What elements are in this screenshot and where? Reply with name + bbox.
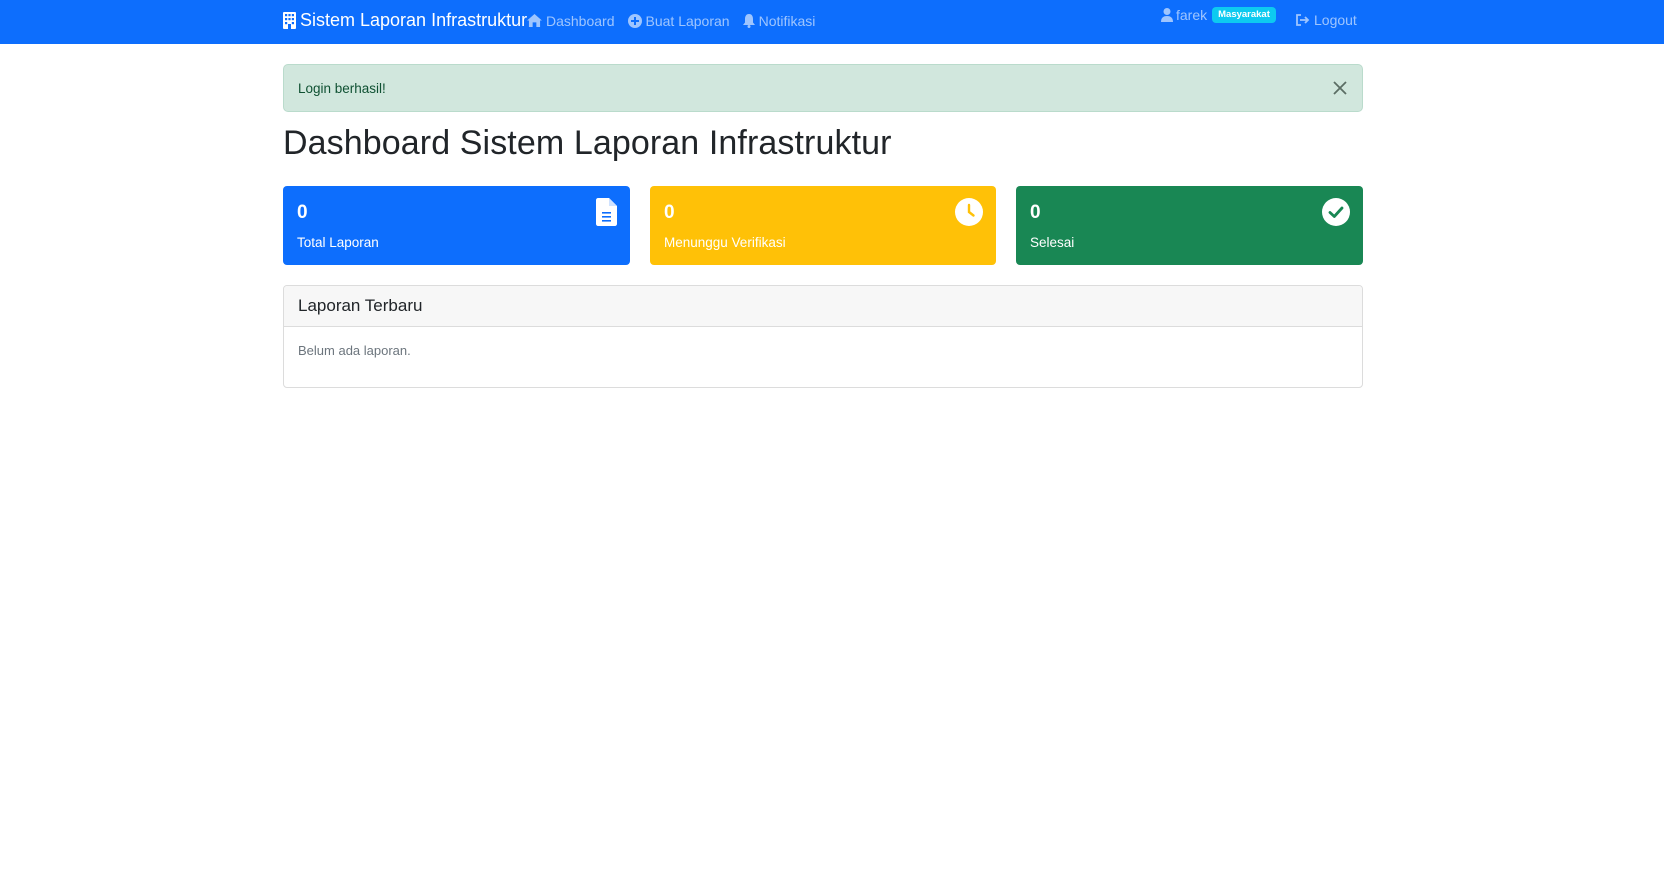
nav-buat-laporan-label: Buat Laporan [645, 12, 730, 29]
logout-icon [1296, 14, 1310, 26]
logout-link[interactable]: Logout [1296, 12, 1357, 28]
stat-value: 0 [297, 202, 308, 223]
logout-label: Logout [1314, 12, 1357, 28]
user-icon [1161, 8, 1173, 22]
house-icon [527, 14, 542, 27]
role-badge: Masyarakat [1212, 7, 1276, 23]
user-name: farek [1176, 7, 1208, 23]
stat-label: Selesai [1030, 235, 1075, 250]
nav-links: Dashboard Buat Laporan Notifikasi [527, 0, 828, 41]
user-menu[interactable]: farek Masyarakat [1161, 7, 1276, 23]
top-navbar: Sistem Laporan Infrastruktur Dashboard B… [0, 0, 1664, 44]
nav-dashboard-link[interactable]: Dashboard [527, 13, 615, 29]
stat-label: Total Laporan [297, 235, 379, 250]
plus-circle-icon [627, 13, 642, 28]
stat-value: 0 [1030, 202, 1041, 223]
bell-icon [742, 13, 755, 28]
recent-reports-header: Laporan Terbaru [284, 286, 1362, 327]
clock-icon [955, 198, 983, 226]
nav-buat-laporan-link[interactable]: Buat Laporan [627, 12, 730, 29]
recent-reports-title: Laporan Terbaru [298, 296, 423, 315]
check-circle-icon [1322, 198, 1350, 226]
stat-card-done: 0 Selesai [1016, 186, 1363, 265]
file-text-icon [596, 198, 617, 226]
recent-reports-body: Belum ada laporan. [284, 327, 1362, 374]
nav-dashboard-label: Dashboard [546, 12, 615, 29]
nav-notifikasi-label: Notifikasi [758, 12, 816, 29]
empty-message: Belum ada laporan. [298, 343, 411, 358]
stat-value: 0 [664, 202, 675, 223]
close-icon[interactable] [1332, 80, 1348, 96]
stat-label: Menunggu Verifikasi [664, 235, 786, 250]
page-title: Dashboard Sistem Laporan Infrastruktur [283, 124, 892, 162]
alert-message: Login berhasil! [298, 80, 386, 96]
nav-notifikasi-link[interactable]: Notifikasi [742, 12, 816, 29]
brand-title: Sistem Laporan Infrastruktur [300, 10, 528, 30]
success-alert: Login berhasil! [283, 64, 1363, 112]
recent-reports-card: Laporan Terbaru Belum ada laporan. [283, 285, 1363, 388]
building-icon [283, 12, 296, 29]
stat-card-total: 0 Total Laporan [283, 186, 630, 265]
stat-card-pending: 0 Menunggu Verifikasi [650, 186, 996, 265]
brand-link[interactable]: Sistem Laporan Infrastruktur [283, 0, 527, 41]
